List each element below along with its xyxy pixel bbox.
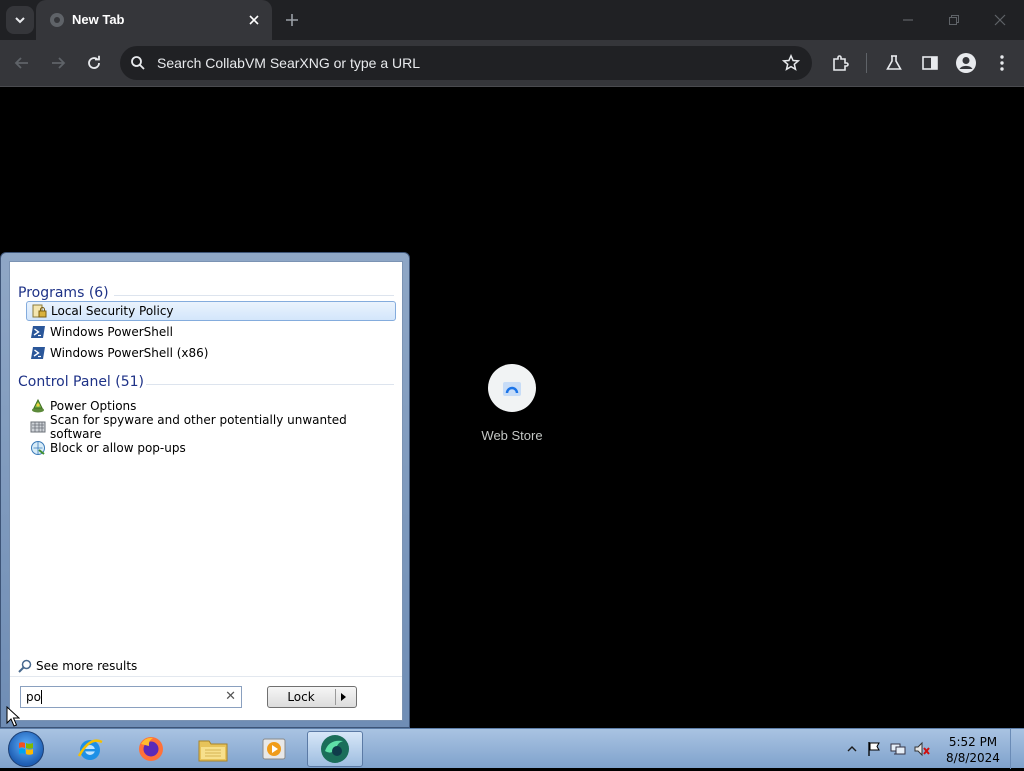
address-bar[interactable]: Search CollabVM SearXNG or type a URL bbox=[120, 46, 812, 80]
taskbar-firefox[interactable] bbox=[123, 731, 179, 767]
new-tab-favicon-icon bbox=[50, 13, 64, 27]
powershell-icon bbox=[31, 347, 45, 359]
header-divider bbox=[114, 295, 394, 296]
result-label: Windows PowerShell bbox=[50, 325, 173, 339]
chevron-down-icon bbox=[15, 17, 25, 24]
arrow-left-icon bbox=[14, 57, 28, 69]
control-panel-header[interactable]: Control Panel (51) bbox=[18, 374, 144, 390]
extensions-button[interactable] bbox=[828, 51, 852, 75]
start-menu-results: Programs (6) Local Security Policy Windo… bbox=[9, 261, 403, 721]
taskbar-internet-explorer[interactable] bbox=[62, 731, 118, 767]
internet-explorer-icon bbox=[77, 739, 103, 760]
taskbar-media-player[interactable] bbox=[246, 731, 302, 767]
shortcut-web-store[interactable]: Web Store bbox=[472, 364, 552, 443]
side-panel-button[interactable] bbox=[918, 51, 942, 75]
start-search-input[interactable]: po ✕ bbox=[20, 686, 242, 708]
result-scan-spyware[interactable]: Scan for spyware and other potentially u… bbox=[26, 413, 396, 441]
clock-time: 5:52 PM bbox=[948, 735, 998, 749]
profile-icon bbox=[956, 53, 976, 73]
flask-icon bbox=[886, 55, 902, 70]
reload-icon bbox=[88, 55, 100, 69]
side-panel-icon bbox=[922, 56, 938, 70]
tab-close-button[interactable] bbox=[244, 10, 264, 30]
browser-toolbar: Search CollabVM SearXNG or type a URL bbox=[0, 40, 1024, 87]
close-icon bbox=[249, 15, 259, 25]
result-label: Scan for spyware and other potentially u… bbox=[50, 413, 347, 441]
mouse-cursor-icon bbox=[6, 706, 20, 727]
minimize-icon bbox=[903, 19, 913, 21]
taskbar: 5:52 PM 8/8/2024 bbox=[0, 728, 1024, 769]
header-divider bbox=[146, 384, 394, 385]
taskbar-file-explorer[interactable] bbox=[185, 731, 241, 767]
puzzle-icon bbox=[833, 55, 849, 71]
reload-button[interactable] bbox=[81, 50, 107, 76]
restore-button[interactable] bbox=[932, 6, 976, 34]
search-icon bbox=[131, 56, 145, 70]
taskbar-browser[interactable] bbox=[307, 731, 363, 767]
show-desktop-button[interactable] bbox=[1010, 729, 1024, 769]
kebab-menu-icon bbox=[1000, 55, 1004, 71]
result-label: Windows PowerShell (x86) bbox=[50, 346, 209, 360]
show-hidden-icons-chevron-up-icon[interactable] bbox=[844, 741, 860, 757]
start-search-value: po bbox=[26, 690, 41, 704]
powershell-icon bbox=[31, 326, 45, 338]
labs-button[interactable] bbox=[882, 51, 906, 75]
browser-icon bbox=[321, 735, 349, 763]
result-label: Block or allow pop-ups bbox=[50, 441, 186, 455]
programs-header[interactable]: Programs (6) bbox=[18, 285, 109, 301]
close-window-button[interactable] bbox=[978, 6, 1022, 34]
result-block-popups[interactable]: Block or allow pop-ups bbox=[26, 438, 396, 458]
start-menu-divider bbox=[10, 676, 402, 677]
close-icon bbox=[994, 14, 1006, 26]
result-label: Local Security Policy bbox=[51, 304, 174, 318]
plus-icon bbox=[286, 14, 298, 26]
restore-icon bbox=[949, 15, 959, 25]
menu-button[interactable] bbox=[990, 51, 1014, 75]
start-button[interactable] bbox=[8, 731, 44, 767]
see-more-results-link[interactable]: See more results bbox=[18, 659, 137, 673]
tab-title: New Tab bbox=[72, 12, 125, 27]
tab-strip: New Tab bbox=[0, 0, 1024, 40]
clock-date: 8/8/2024 bbox=[946, 751, 1000, 765]
folder-icon bbox=[198, 740, 228, 762]
media-player-icon bbox=[262, 738, 286, 760]
result-windows-powershell[interactable]: Windows PowerShell bbox=[26, 322, 396, 342]
power-options-icon bbox=[32, 398, 44, 413]
web-store-icon bbox=[503, 382, 521, 396]
arrow-right-icon bbox=[52, 57, 66, 69]
result-local-security-policy[interactable]: Local Security Policy bbox=[26, 301, 396, 321]
address-bar-placeholder: Search CollabVM SearXNG or type a URL bbox=[157, 55, 420, 71]
action-center-flag-icon[interactable] bbox=[866, 741, 882, 757]
lock-button[interactable]: Lock bbox=[267, 686, 357, 708]
search-icon bbox=[18, 659, 32, 673]
shortcut-label: Web Store bbox=[481, 428, 543, 443]
lock-button-separator bbox=[335, 689, 336, 705]
popup-blocker-icon bbox=[31, 441, 45, 455]
back-button[interactable] bbox=[9, 50, 35, 76]
clear-search-icon[interactable]: ✕ bbox=[225, 689, 236, 704]
tab-search-button[interactable] bbox=[6, 6, 34, 34]
web-store-tile bbox=[488, 364, 536, 412]
volume-muted-icon[interactable] bbox=[914, 741, 930, 757]
arrow-right-icon[interactable] bbox=[341, 693, 346, 701]
windows-logo-icon bbox=[19, 742, 33, 755]
profile-button[interactable] bbox=[954, 51, 978, 75]
result-windows-powershell-x86[interactable]: Windows PowerShell (x86) bbox=[26, 343, 396, 363]
lock-label: Lock bbox=[287, 690, 315, 704]
star-icon[interactable] bbox=[782, 54, 800, 72]
network-icon[interactable] bbox=[890, 741, 906, 757]
firefox-icon bbox=[139, 737, 163, 761]
tab-new-tab[interactable]: New Tab bbox=[36, 0, 272, 40]
defender-icon bbox=[30, 421, 46, 433]
text-caret bbox=[41, 690, 42, 704]
new-tab-button[interactable] bbox=[280, 8, 304, 32]
result-label: Power Options bbox=[50, 399, 137, 413]
toolbar-divider bbox=[866, 53, 867, 73]
security-policy-icon bbox=[32, 304, 47, 318]
minimize-button[interactable] bbox=[886, 6, 930, 34]
see-more-label: See more results bbox=[36, 659, 138, 673]
start-menu: Programs (6) Local Security Policy Windo… bbox=[0, 252, 410, 728]
system-clock[interactable]: 5:52 PM 8/8/2024 bbox=[940, 734, 1006, 766]
forward-button[interactable] bbox=[45, 50, 71, 76]
